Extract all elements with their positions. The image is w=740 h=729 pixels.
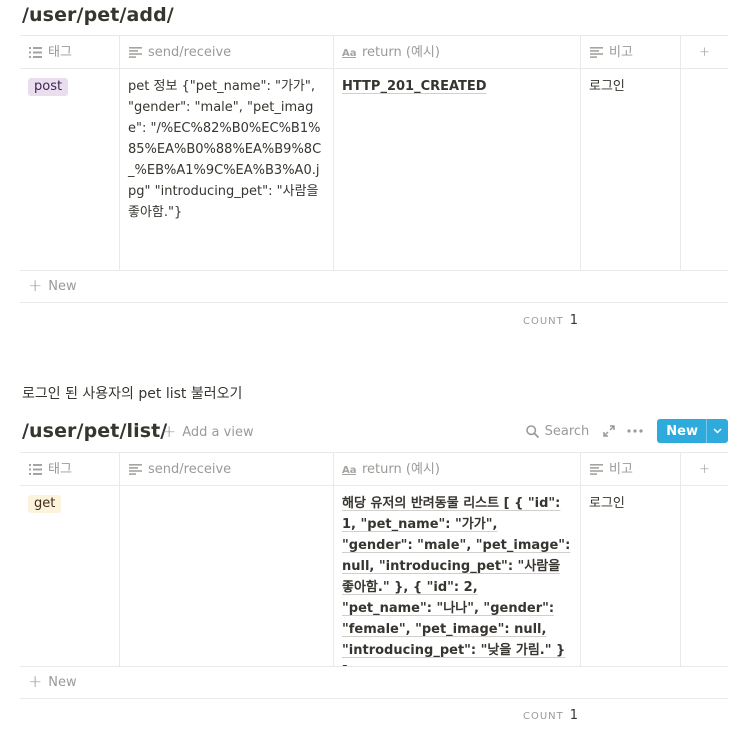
cell-send-receive[interactable] (120, 486, 334, 666)
title-icon: Aa (342, 45, 356, 59)
expand-icon (603, 425, 616, 437)
db-title-pet-add[interactable]: /user/pet/add/ (22, 4, 174, 26)
column-header-send-receive[interactable]: send/receive (120, 453, 334, 485)
db-title-pet-list[interactable]: /user/pet/list/ (22, 420, 167, 442)
column-header-note[interactable]: 비고 (581, 36, 681, 68)
database-toolbar: Search New (525, 419, 728, 443)
column-header-send-receive[interactable]: send/receive (120, 36, 334, 68)
list-icon (28, 45, 42, 59)
table-row[interactable]: post pet 정보 {"pet_name": "가가", "gender":… (20, 69, 728, 271)
table-header: 태그 send/receive Aa return (예시) 비고 + (20, 453, 728, 486)
cell-note[interactable]: 로그인 (581, 69, 681, 270)
tag-badge: get (28, 495, 62, 513)
svg-text:Aa: Aa (342, 465, 356, 475)
plus-icon: + (28, 276, 43, 296)
column-header-tag[interactable]: 태그 (20, 36, 120, 68)
cell-tag[interactable]: post (20, 69, 120, 270)
list-icon (28, 462, 42, 476)
add-row-button[interactable]: + New (20, 271, 728, 303)
more-icon (627, 429, 643, 433)
cell-empty (681, 486, 728, 666)
tag-badge: post (28, 78, 69, 96)
plus-icon: + (699, 44, 710, 60)
table-header: 태그 send/receive Aa return (예시) 비고 + (20, 36, 728, 69)
add-property-button[interactable]: + (681, 36, 728, 68)
cell-return[interactable]: 해당 유저의 반려동물 리스트 [ { "id": 1, "pet_name":… (334, 486, 581, 666)
text-icon (589, 462, 603, 476)
table-pet-add: 태그 send/receive Aa return (예시) 비고 + post (20, 35, 728, 303)
plus-icon: + (162, 422, 177, 442)
cell-tag[interactable]: get (20, 486, 120, 666)
table-pet-list: 태그 send/receive Aa return (예시) 비고 + get (20, 452, 728, 699)
add-row-button[interactable]: + New (20, 667, 728, 699)
count-footer: COUNT 1 (523, 313, 579, 328)
text-icon (128, 462, 142, 476)
text-icon (589, 45, 603, 59)
search-button[interactable]: Search (525, 424, 589, 439)
column-header-return[interactable]: Aa return (예시) (334, 36, 581, 68)
title-icon: Aa (342, 462, 356, 476)
add-property-button[interactable]: + (681, 453, 728, 485)
more-options-button[interactable] (627, 429, 643, 433)
section-heading: 로그인 된 사용자의 pet list 불러오기 (22, 386, 243, 402)
chevron-down-icon[interactable] (706, 419, 728, 443)
column-header-note[interactable]: 비고 (581, 453, 681, 485)
column-header-return[interactable]: Aa return (예시) (334, 453, 581, 485)
search-icon (525, 424, 539, 438)
add-view-button[interactable]: + Add a view (162, 422, 254, 442)
plus-icon: + (28, 672, 43, 692)
new-button[interactable]: New (657, 419, 728, 443)
count-footer: COUNT 1 (523, 708, 579, 723)
svg-text:Aa: Aa (342, 48, 356, 58)
expand-button[interactable] (603, 425, 616, 437)
table-row[interactable]: get 해당 유저의 반려동물 리스트 [ { "id": 1, "pet_na… (20, 486, 728, 667)
column-header-tag[interactable]: 태그 (20, 453, 120, 485)
cell-send-receive[interactable]: pet 정보 {"pet_name": "가가", "gender": "mal… (120, 69, 334, 270)
plus-icon: + (699, 461, 710, 477)
cell-empty (681, 69, 728, 270)
cell-note[interactable]: 로그인 (581, 486, 681, 666)
cell-return[interactable]: HTTP_201_CREATED (334, 69, 581, 270)
text-icon (128, 45, 142, 59)
